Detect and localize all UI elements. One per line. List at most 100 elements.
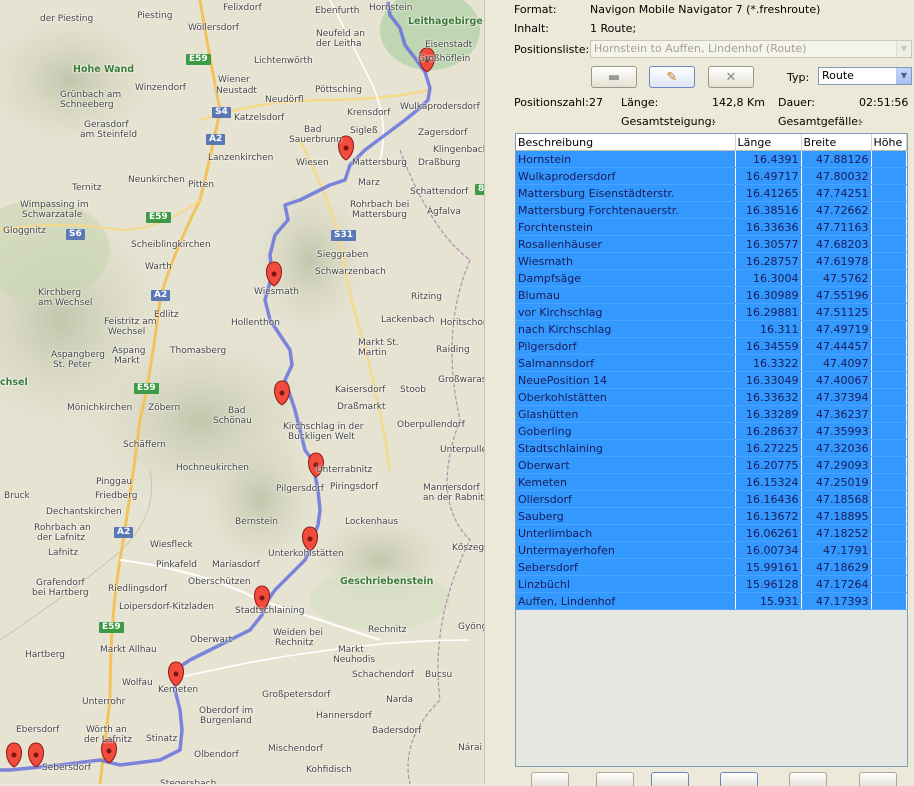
cell-description: Auffen, Lindenhof [516,592,736,610]
map-area-label: Leithagebirge [408,16,483,27]
cell-longitude: 16.06261 [735,524,802,542]
cell-description: Blumau [516,286,736,304]
length-label: Länge: [621,96,659,109]
column-header-altitude[interactable]: Höhe [871,134,907,151]
edit-button[interactable]: ✎ [649,66,695,88]
table-row[interactable]: Forchtenstein 16.33636 47.71163 [516,218,907,236]
cell-altitude [871,269,907,287]
table-row[interactable]: nach Kirchschlag 16.311 47.49719 [516,320,907,338]
delete-button[interactable]: ✕ [708,66,754,88]
map-place-label: Ebersdorf [16,725,60,735]
table-row[interactable]: Dampfsäge 16.3004 47.5762 [516,269,907,287]
table-row[interactable]: Blumau 16.30989 47.55196 [516,286,907,304]
table-row[interactable]: Hornstein 16.4391 47.88126 [516,150,907,168]
map-place-label: Mischendorf [268,744,323,754]
map-place-label: Wolfau [122,678,153,688]
cell-altitude [871,524,907,542]
map-place-label: Neudörfl [265,95,304,105]
table-header-row: Beschreibung Länge Breite Höhe [516,134,907,151]
cell-latitude: 47.49719 [801,320,872,338]
type-select[interactable]: Route ▼ [818,67,912,85]
cell-description: Kemeten [516,473,736,491]
map-place-label: Mariasdorf [212,560,260,570]
folder-icon: ▬ [607,69,621,85]
table-row[interactable]: Goberling 16.28637 47.35993 [516,422,907,440]
route-map[interactable]: Felixdorf Ebenfurth Hornstein Piesting der P… [0,0,484,784]
map-place-label: Rechnitz [275,638,314,648]
cell-altitude [871,422,907,440]
map-place-label: Ebenfurth [315,6,360,16]
table-row[interactable]: Salmannsdorf 16.3322 47.4097 [516,354,907,372]
table-row[interactable]: Untermayerhofen 16.00734 47.1791 [516,541,907,559]
map-place-label: Wechsel [108,327,146,337]
cell-latitude: 47.40067 [801,371,872,389]
map-place-label: Nárai [458,743,482,753]
map-place-label: der Leitha [316,39,362,49]
cell-longitude: 16.13672 [735,507,802,525]
map-place-label: Rohrbach bei [350,200,410,210]
position-list-select[interactable]: Hornstein to Auffen, Lindenhof (Route) ▼ [590,40,912,58]
map-place-label: Gerasdorf [84,120,129,130]
map-place-label: Lockenhaus [345,517,399,527]
format-value: Navigon Mobile Navigator 7 (*.freshroute… [590,3,821,16]
cell-altitude [871,235,907,253]
map-place-label: Sieggraben [317,250,369,260]
cell-altitude [871,456,907,474]
table-row[interactable]: vor Kirchschlag 16.29881 47.51125 [516,303,907,321]
splitter[interactable] [484,0,511,784]
cell-latitude: 47.5762 [801,269,872,287]
map-place-label: Markt Allhau [100,645,157,655]
table-row[interactable]: Wiesmath 16.28757 47.61978 [516,252,907,270]
map-place-label: Neustadt [216,86,257,96]
map-place-label: Schneeberg [60,100,114,110]
cell-description: Unterlimbach [516,524,736,542]
map-place-label: Sauerbrunn [289,135,342,145]
map-place-label: Winzendorf [135,83,186,93]
table-row[interactable]: Mattersburg Forchtenauerstr. 16.38516 47.7… [516,201,907,219]
column-header-longitude[interactable]: Länge [735,134,802,151]
map-place-label: Neufeld an [316,29,365,39]
table-row[interactable]: Ollersdorf 16.16436 47.18568 [516,490,907,508]
table-row[interactable]: Stadtschlaining 16.27225 47.32036 [516,439,907,457]
table-row[interactable]: Oberkohlstätten 16.33632 47.37394 [516,388,907,406]
table-row[interactable]: Oberwart 16.20775 47.29093 [516,456,907,474]
cell-altitude [871,337,907,355]
table-row[interactable]: Pilgersdorf 16.34559 47.44457 [516,337,907,355]
map-place-label: Kirchschlag in der [283,422,364,432]
table-row[interactable]: Kemeten 16.15324 47.25019 [516,473,907,491]
table-row[interactable]: Auffen, Lindenhof 15.931 47.17393 [516,592,907,610]
count-value: 27 [589,96,603,109]
table-row[interactable]: Linzbüchl 15.96128 47.17264 [516,575,907,593]
table-row[interactable]: Mattersburg Eisenstädterstr. 16.41265 47.7… [516,184,907,202]
map-place-label: Bucsu [425,670,453,680]
cell-altitude [871,490,907,508]
map-place-label: Raiding [436,345,470,355]
cell-longitude: 16.33289 [735,405,802,423]
table-row[interactable]: Rosalienhäuser 16.30577 47.68203 [516,235,907,253]
descent-label: Gesamtgefälle: [778,115,862,128]
positions-table[interactable]: Beschreibung Länge Breite Höhe Hornstein… [515,133,908,767]
map-place-label: Großwarasd [438,375,484,385]
table-row[interactable]: Unterlimbach 16.06261 47.18252 [516,524,907,542]
pencil-icon: ✎ [666,69,678,85]
map-place-label: Großpetersdorf [262,690,331,700]
open-button[interactable]: ▬ [591,66,637,88]
map-place-label: Unterkohlstätten [268,549,344,559]
map-place-label: Zöbern [148,403,181,413]
cell-altitude [871,303,907,321]
table-row[interactable]: NeuePosition 14 16.33049 47.40067 [516,371,907,389]
map-place-label: Oberschützen [188,577,251,587]
cell-latitude: 47.17264 [801,575,872,593]
road-shield: S4 [212,107,231,118]
map-place-label: Schwarzenbach [315,267,386,277]
map-place-label: Wiesen [296,158,329,168]
table-row[interactable]: Glashütten 16.33289 47.36237 [516,405,907,423]
column-header-latitude[interactable]: Breite [801,134,872,151]
route-details-panel: Format: Navigon Mobile Navigator 7 (*.fr… [510,0,914,786]
table-row[interactable]: Sebersdorf 15.99161 47.18629 [516,558,907,576]
cell-description: Untermayerhofen [516,541,736,559]
cell-longitude: 16.15324 [735,473,802,491]
column-header-description[interactable]: Beschreibung [516,134,736,151]
table-row[interactable]: Sauberg 16.13672 47.18895 [516,507,907,525]
table-row[interactable]: Wulkaprodersdorf 16.49717 47.80032 [516,167,907,185]
